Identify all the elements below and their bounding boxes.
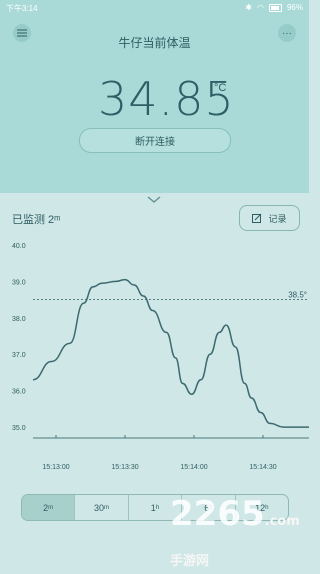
monitor-duration: 已监测 2ᵐ (12, 214, 61, 226)
threshold-label: 38.5° (288, 291, 307, 300)
record-label: 记录 (268, 213, 287, 224)
battery-icon (268, 3, 282, 12)
temperature-value: 34.85 (98, 72, 235, 126)
status-bar: 下午3:14 ✱ ◠ 96% (0, 0, 309, 16)
watermark: 2265.com手游网 (170, 494, 309, 574)
x-tick-label: 15:14:30 (249, 464, 276, 471)
chevron-down-icon[interactable] (147, 196, 161, 204)
x-tick-label: 15:14:00 (180, 464, 207, 471)
temperature-unit: °C (214, 82, 227, 94)
battery-percent: 96% (286, 3, 303, 12)
y-tick-label: 39.0 (12, 279, 26, 286)
range-option-0[interactable]: 2ᵐ (22, 495, 76, 520)
y-tick-label: 36.0 (12, 389, 26, 396)
range-option-1[interactable]: 30ᵐ (75, 495, 129, 520)
x-tick-label: 15:13:00 (42, 464, 69, 471)
y-tick-label: 37.0 (12, 352, 26, 359)
page-title: 牛仔当前体温 (118, 36, 191, 50)
watermark-text: 2265 (170, 494, 265, 534)
bluetooth-icon: ✱ (245, 3, 252, 12)
temperature-chart: 40.0 39.0 38.0 37.0 36.0 35.0 15:13:00 15:13:30… (12, 243, 309, 471)
temperature-series-line (32, 278, 309, 428)
y-tick-label: 40.0 (12, 243, 26, 250)
record-button[interactable]: 记录 (239, 205, 300, 231)
y-tick-label: 35.0 (12, 425, 26, 432)
y-tick-label: 38.0 (12, 316, 26, 323)
status-time: 下午3:14 (6, 4, 38, 13)
disconnect-button[interactable]: 断开连接 (79, 128, 231, 153)
status-icons: ✱ ◠ 96% (245, 3, 303, 12)
wifi-icon: ◠ (257, 3, 264, 12)
x-tick-label: 15:13:30 (111, 464, 138, 471)
edit-icon (252, 213, 262, 223)
